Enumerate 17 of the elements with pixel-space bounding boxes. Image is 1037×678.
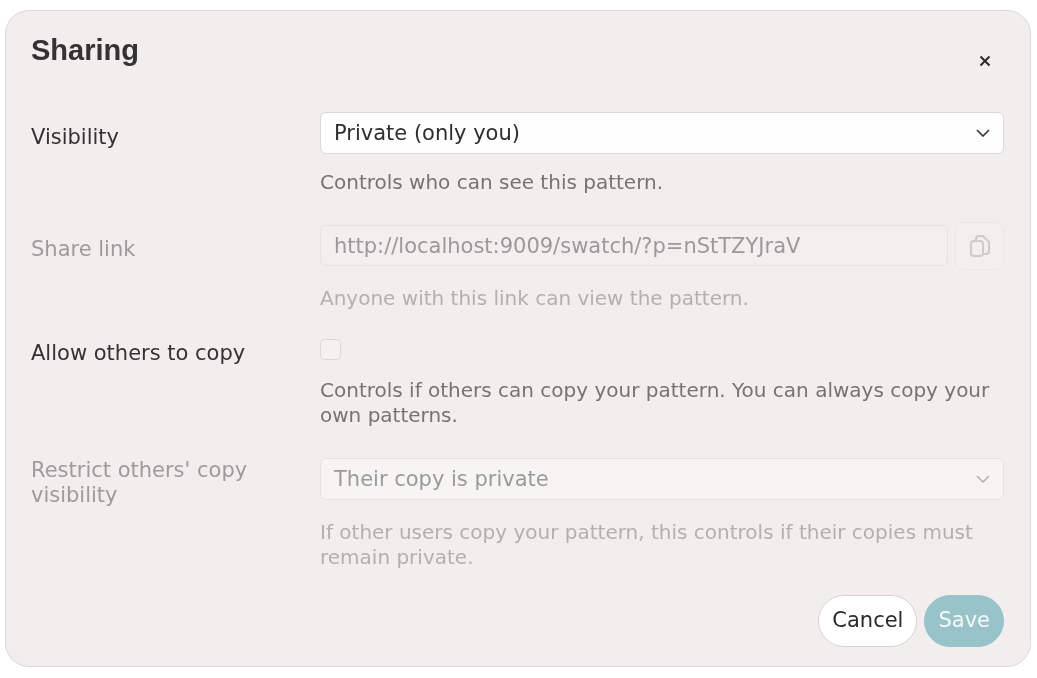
help-text: Controls if others can copy your pattern. You can always copy your own patterns. <box>320 378 991 427</box>
field-label: Restrict others' copy visibility <box>31 458 249 508</box>
chevron-down-icon <box>976 129 990 137</box>
close-button[interactable] <box>979 55 991 67</box>
help-text: Controls who can see this pattern. <box>320 170 665 195</box>
help-text: Anyone with this link can view the pattern. <box>320 285 750 310</box>
close-icon <box>979 55 991 67</box>
copy-icon <box>968 233 991 258</box>
copy-button[interactable] <box>955 221 1004 270</box>
dialog-title: Sharing <box>31 33 139 68</box>
chevron-down-icon <box>976 475 990 483</box>
field-label: Share link <box>31 237 137 262</box>
dropdown-select[interactable]: Private (only you) <box>320 112 1004 154</box>
field-label: Allow others to copy <box>31 341 247 366</box>
help-text: If other users copy your pattern, this controls if their copies must remain private. <box>320 520 974 569</box>
cancel-button[interactable]: Cancel <box>818 595 918 647</box>
field-label: Visibility <box>31 124 120 150</box>
